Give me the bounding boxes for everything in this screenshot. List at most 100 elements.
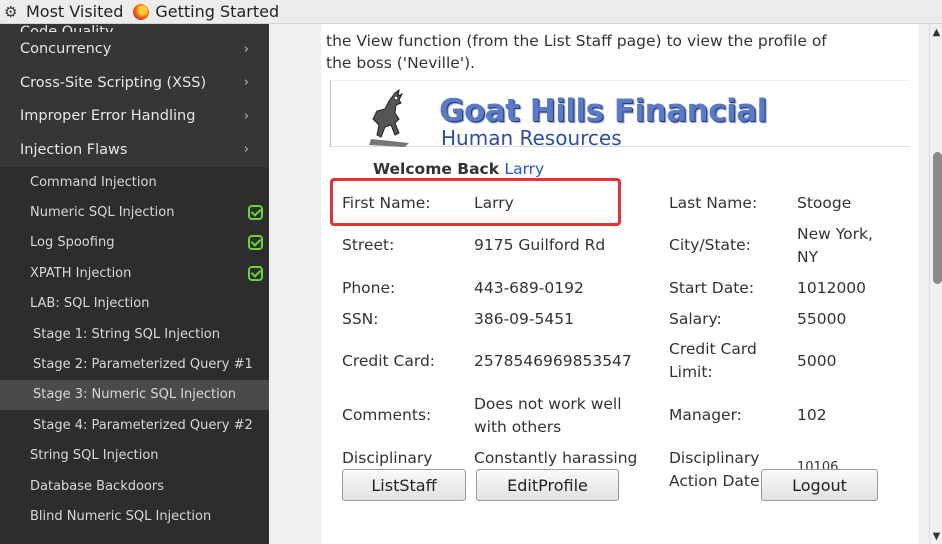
first-name-value: Larry (474, 194, 514, 212)
city-value: New York, NY (797, 223, 873, 269)
lesson-sidebar: Code Quality Concurrency › Cross-Site Sc… (0, 24, 269, 544)
street-label: Street: (342, 236, 395, 254)
lesson-log-spoofing[interactable]: Log Spoofing (0, 228, 269, 258)
credit-limit-value: 5000 (797, 352, 837, 370)
goat-logo-icon (369, 89, 409, 147)
start-date-value: 1012000 (797, 279, 867, 297)
gear-icon: ⚙ (4, 2, 18, 21)
stage-label: Stage 1: String SQL Injection (33, 326, 221, 342)
scroll-down-arrow-icon[interactable]: ▼ (930, 530, 942, 544)
list-staff-button[interactable]: ListStaff (342, 469, 466, 501)
phone-value: 443-689-0192 (474, 279, 584, 297)
stage-label: Stage 4: Parameterized Query #2 (33, 417, 253, 433)
disciplinary-label: Disciplinary (342, 449, 433, 467)
credit-card-label: Credit Card: (342, 352, 436, 370)
completed-check-icon (248, 205, 263, 221)
company-banner: Goat Hills Financial Human Resources (330, 80, 910, 150)
credit-limit-label: Credit Card Limit: (669, 338, 757, 384)
salary-value: 55000 (797, 310, 847, 328)
lesson-panel: the View function (from the List Staff p… (321, 24, 919, 544)
firefox-icon (133, 3, 150, 20)
bookmark-most-visited[interactable]: ⚙ Most Visited (4, 2, 123, 21)
chevron-right-icon: › (243, 41, 249, 57)
lesson-command-injection[interactable]: Command Injection (0, 167, 269, 197)
manager-label: Manager: (669, 406, 742, 424)
disciplinary-action-label-line-2: Action Date (669, 472, 760, 490)
credit-limit-label-line-2: Limit: (669, 363, 713, 381)
first-name-label: First Name: (342, 194, 431, 212)
sidebar-category-label: Concurrency (20, 41, 112, 58)
lesson-label: LAB: SQL Injection (30, 296, 150, 312)
stage-1[interactable]: Stage 1: String SQL Injection (0, 319, 269, 349)
credit-limit-label-line-1: Credit Card (669, 340, 757, 358)
credit-card-value: 2578546969853547 (474, 352, 632, 370)
sidebar-category-label: Improper Error Handling (20, 108, 196, 125)
lesson-label: Log Spoofing (30, 235, 115, 251)
stage-label: Stage 2: Parameterized Query #1 (33, 357, 253, 373)
sidebar-category-label: Cross-Site Scripting (XSS) (20, 74, 207, 91)
vertical-scrollbar[interactable]: ▲ ▼ (929, 24, 942, 544)
stage-2[interactable]: Stage 2: Parameterized Query #1 (0, 349, 269, 379)
welcome-user-link[interactable]: Larry (504, 160, 544, 178)
edit-profile-button[interactable]: EditProfile (476, 469, 619, 501)
lesson-label: Command Injection (30, 174, 157, 190)
comments-value: Does not work well with others (474, 393, 622, 439)
lesson-label: Blind Numeric SQL Injection (30, 508, 212, 524)
salary-label: Salary: (669, 310, 722, 328)
sidebar-category-concurrency[interactable]: Concurrency › (0, 33, 269, 67)
disciplinary-action-label: Disciplinary Action Date (669, 447, 760, 493)
ssn-label: SSN: (342, 310, 379, 328)
lesson-string-sql-injection[interactable]: String SQL Injection (0, 441, 269, 471)
stage-4[interactable]: Stage 4: Parameterized Query #2 (0, 410, 269, 440)
lesson-blind-numeric-sql[interactable]: Blind Numeric SQL Injection (0, 501, 269, 531)
bookmark-getting-started-label: Getting Started (155, 2, 280, 21)
comments-line-1: Does not work well (474, 395, 622, 413)
sidebar-category-error-handling[interactable]: Improper Error Handling › (0, 100, 269, 134)
disciplinary-action-label-line-1: Disciplinary (669, 449, 760, 467)
disciplinary-value: Constantly harassing (474, 449, 638, 467)
last-name-label: Last Name: (669, 194, 758, 212)
comments-label: Comments: (342, 406, 432, 424)
last-name-value: Stooge (797, 194, 852, 212)
scrollbar-thumb[interactable] (933, 152, 942, 284)
start-date-label: Start Date: (669, 279, 755, 297)
lesson-content-area: the View function (from the List Staff p… (269, 24, 929, 544)
sidebar-category-partial[interactable]: Code Quality (0, 24, 269, 33)
lesson-label: Database Backdoors (30, 478, 164, 494)
chevron-right-icon: › (243, 75, 249, 91)
sidebar-category-label: Injection Flaws (20, 141, 128, 158)
city-label: City/State: (669, 236, 751, 254)
lesson-label: String SQL Injection (30, 448, 159, 464)
city-line-1: New York, (797, 225, 873, 243)
lesson-numeric-sql-injection[interactable]: Numeric SQL Injection (0, 197, 269, 227)
street-value: 9175 Guilford Rd (474, 236, 606, 254)
completed-check-icon (248, 265, 263, 281)
stage-label: Stage 3: Numeric SQL Injection (33, 387, 236, 403)
completed-check-icon (248, 235, 263, 251)
sidebar-category-label: Code Quality (20, 24, 114, 33)
instruction-line-2: the boss ('Neville'). (326, 54, 476, 72)
lesson-xpath-injection[interactable]: XPATH Injection (0, 258, 269, 288)
brand-title: Goat Hills Financial (439, 93, 767, 129)
logout-button[interactable]: Logout (761, 469, 878, 501)
welcome-prefix: Welcome Back (373, 160, 500, 178)
chevron-right-icon: › (243, 108, 249, 124)
brand-subtitle: Human Resources (441, 126, 622, 150)
lesson-label: Numeric SQL Injection (30, 205, 175, 221)
welcome-message: Welcome Back Larry (373, 160, 544, 178)
comments-line-2: with others (474, 418, 562, 436)
instruction-line-1: the View function (from the List Staff p… (326, 32, 827, 50)
manager-value: 102 (797, 406, 827, 424)
scroll-up-arrow-icon[interactable]: ▲ (930, 26, 942, 40)
bookmark-most-visited-label: Most Visited (26, 2, 124, 21)
stage-3-active[interactable]: Stage 3: Numeric SQL Injection (0, 379, 269, 411)
sidebar-category-injection-flaws[interactable]: Injection Flaws › (0, 133, 269, 167)
bookmarks-toolbar: ⚙ Most Visited Getting Started (0, 0, 942, 24)
phone-label: Phone: (342, 279, 396, 297)
chevron-right-icon: › (243, 142, 249, 158)
bookmark-getting-started[interactable]: Getting Started (133, 2, 279, 21)
lesson-database-backdoors[interactable]: Database Backdoors (0, 471, 269, 501)
sidebar-category-xss[interactable]: Cross-Site Scripting (XSS) › (0, 66, 269, 100)
lesson-lab-sql-injection[interactable]: LAB: SQL Injection (0, 289, 269, 319)
ssn-value: 386-09-5451 (474, 310, 574, 328)
